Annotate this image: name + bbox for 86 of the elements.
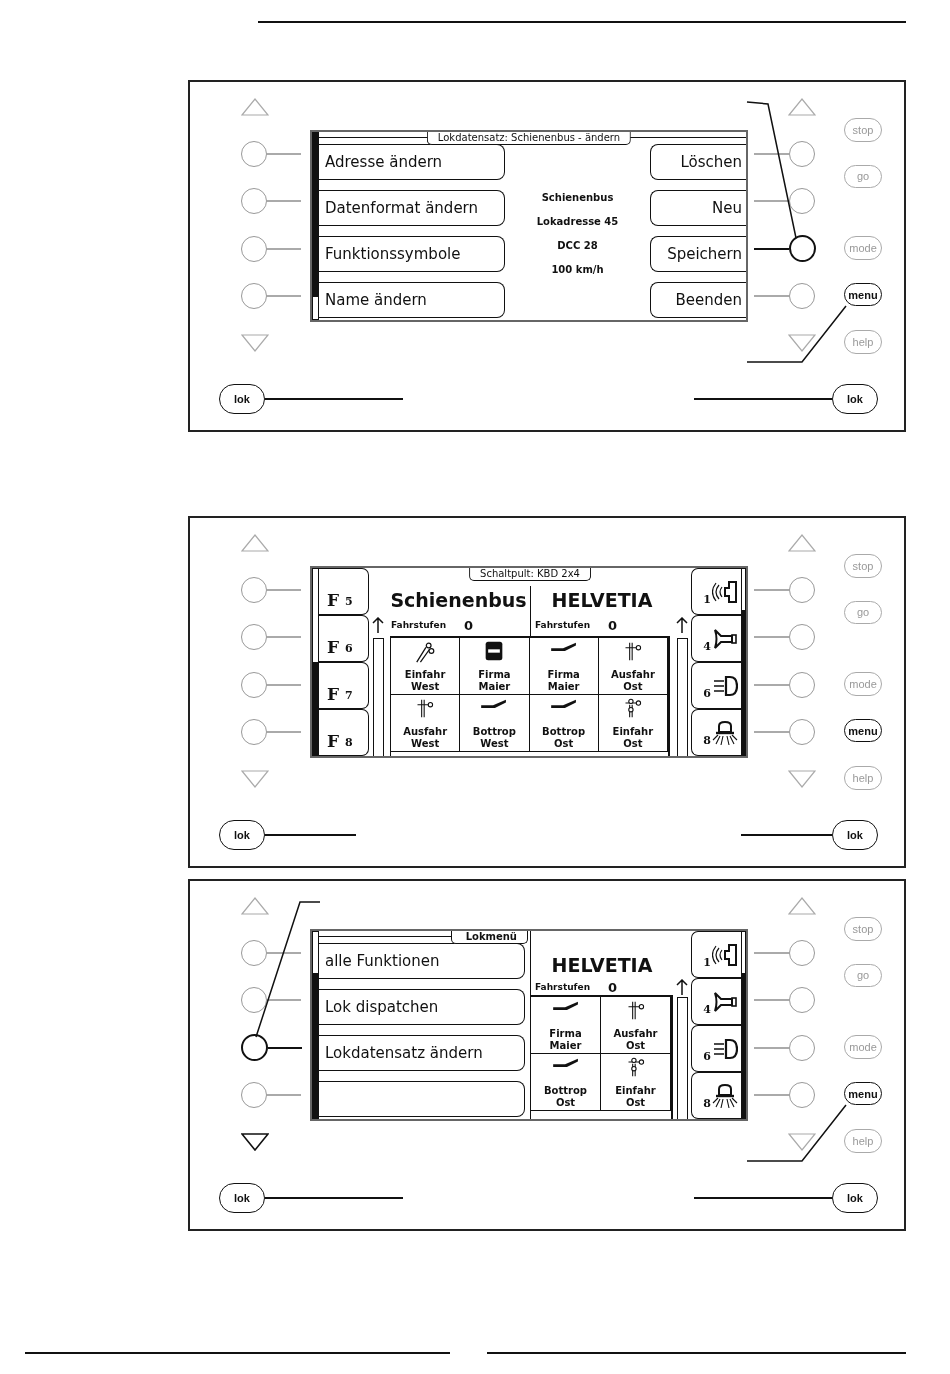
screen-title: Schaltpult: KBD 2x4	[469, 568, 591, 581]
function-key[interactable]: 8	[691, 709, 741, 756]
switch-key[interactable]: Einfahr Ost	[598, 695, 668, 752]
turnout-icon	[551, 1057, 580, 1068]
switch-key[interactable]: Firma Maier	[531, 997, 601, 1054]
lok-button[interactable]: lok	[219, 820, 265, 850]
loco-name: Schienenbus	[389, 588, 528, 613]
option-button[interactable]: Beenden	[650, 282, 746, 318]
turnout-icon	[549, 641, 578, 652]
screen-title: Lokdatensatz: Schienenbus - ändern	[426, 132, 632, 145]
arrow-up-icon	[676, 979, 688, 995]
switch-key[interactable]: Firma Maier	[460, 638, 530, 695]
function-key[interactable]: 6	[691, 1025, 741, 1072]
speed-value: 0	[608, 979, 618, 995]
function-key[interactable]: 4	[691, 615, 741, 662]
device-button[interactable]: menu	[844, 282, 882, 307]
switch-key[interactable]: Bottrop Ost	[529, 695, 599, 752]
function-key[interactable]: 4	[691, 978, 741, 1025]
option-button[interactable]: Name ändern	[319, 282, 505, 318]
turnout-icon	[551, 1000, 580, 1011]
option-button[interactable]: Lokdatensatz ändern	[319, 1035, 525, 1071]
lok-button[interactable]: lok	[832, 1183, 878, 1213]
switch-key[interactable]: Ausfahr Ost	[601, 997, 671, 1054]
loco-name: HELVETIA	[550, 953, 654, 978]
speed-value: 0	[608, 617, 618, 633]
switch-key[interactable]: Firma Maier	[529, 638, 599, 695]
signal-icon	[414, 641, 437, 663]
switch-key[interactable]: Einfahr Ost	[601, 1054, 671, 1111]
arrow-up-icon	[676, 617, 688, 633]
device-button[interactable]: menu	[844, 1081, 882, 1106]
function-key[interactable]: 6	[691, 662, 741, 709]
function-key[interactable]: 8	[691, 1072, 741, 1119]
switch-key[interactable]: Ausfahr West	[391, 695, 461, 752]
signal-icon	[415, 698, 436, 718]
info-text: Lokadresse 45	[536, 215, 619, 229]
option-button[interactable]: Adresse ändern	[319, 144, 505, 180]
option-button[interactable]: Speichern	[650, 236, 746, 272]
option-button[interactable]: Funktionssymbole	[319, 236, 505, 272]
function-key[interactable]: 1	[691, 931, 741, 978]
function-key[interactable]: F 8	[319, 709, 369, 756]
arrow-up-icon	[372, 617, 384, 633]
scroll-down-arrow-icon[interactable]	[788, 1133, 816, 1151]
screen-title: Lokmenü	[450, 931, 528, 944]
scroll-up-arrow-icon[interactable]	[788, 897, 816, 915]
speed-label: Fahrstufen	[535, 620, 591, 630]
lok-button[interactable]: lok	[832, 820, 878, 850]
speaker-icon	[712, 941, 738, 968]
turnout-icon	[480, 698, 509, 709]
scroll-up-arrow-icon[interactable]	[241, 897, 269, 915]
scroll-up-arrow-icon[interactable]	[788, 534, 816, 552]
function-key[interactable]: F 5	[319, 568, 369, 615]
lok-button[interactable]: lok	[219, 1183, 265, 1213]
info-text: DCC 28	[557, 239, 598, 253]
function-key[interactable]: F 7	[319, 662, 369, 709]
speed-label: Fahrstufen	[535, 982, 591, 992]
scroll-up-arrow-icon[interactable]	[241, 98, 269, 116]
info-text: Schienenbus	[541, 191, 614, 205]
stop-block-icon	[484, 641, 505, 661]
switch-key[interactable]: Einfahr West	[391, 638, 461, 695]
turnout-icon	[549, 698, 578, 709]
beacon-icon	[712, 1082, 738, 1109]
option-button[interactable]: alle Funktionen	[319, 943, 525, 979]
option-button[interactable]: Datenformat ändern	[319, 190, 505, 226]
loco-name: HELVETIA	[530, 586, 673, 614]
switch-key[interactable]: Ausfahr Ost	[598, 638, 668, 695]
lok-button[interactable]: lok	[219, 384, 265, 414]
speed-label: Fahrstufen	[391, 620, 447, 630]
soft-key[interactable]	[241, 1034, 268, 1062]
speed-value: 0	[464, 617, 474, 633]
scroll-up-arrow-icon[interactable]	[788, 98, 816, 116]
device-button[interactable]: menu	[844, 718, 882, 743]
beacon-icon	[712, 719, 738, 746]
lok-button[interactable]: lok	[832, 384, 878, 414]
scroll-up-arrow-icon[interactable]	[241, 534, 269, 552]
scroll-down-arrow-icon[interactable]	[241, 1133, 269, 1151]
soft-key[interactable]	[789, 235, 816, 263]
info-text: 100 km/h	[551, 263, 604, 277]
option-button[interactable]: Löschen	[650, 144, 746, 180]
speaker-icon	[712, 578, 738, 605]
scroll-down-arrow-icon[interactable]	[788, 334, 816, 352]
option-button[interactable]: Lok dispatchen	[319, 989, 525, 1025]
function-key[interactable]: 1	[691, 568, 741, 615]
function-key[interactable]: F 6	[319, 615, 369, 662]
option-button[interactable]: Neu	[650, 190, 746, 226]
switch-key[interactable]: Bottrop Ost	[531, 1054, 601, 1111]
switch-key[interactable]: Bottrop West	[460, 695, 530, 752]
